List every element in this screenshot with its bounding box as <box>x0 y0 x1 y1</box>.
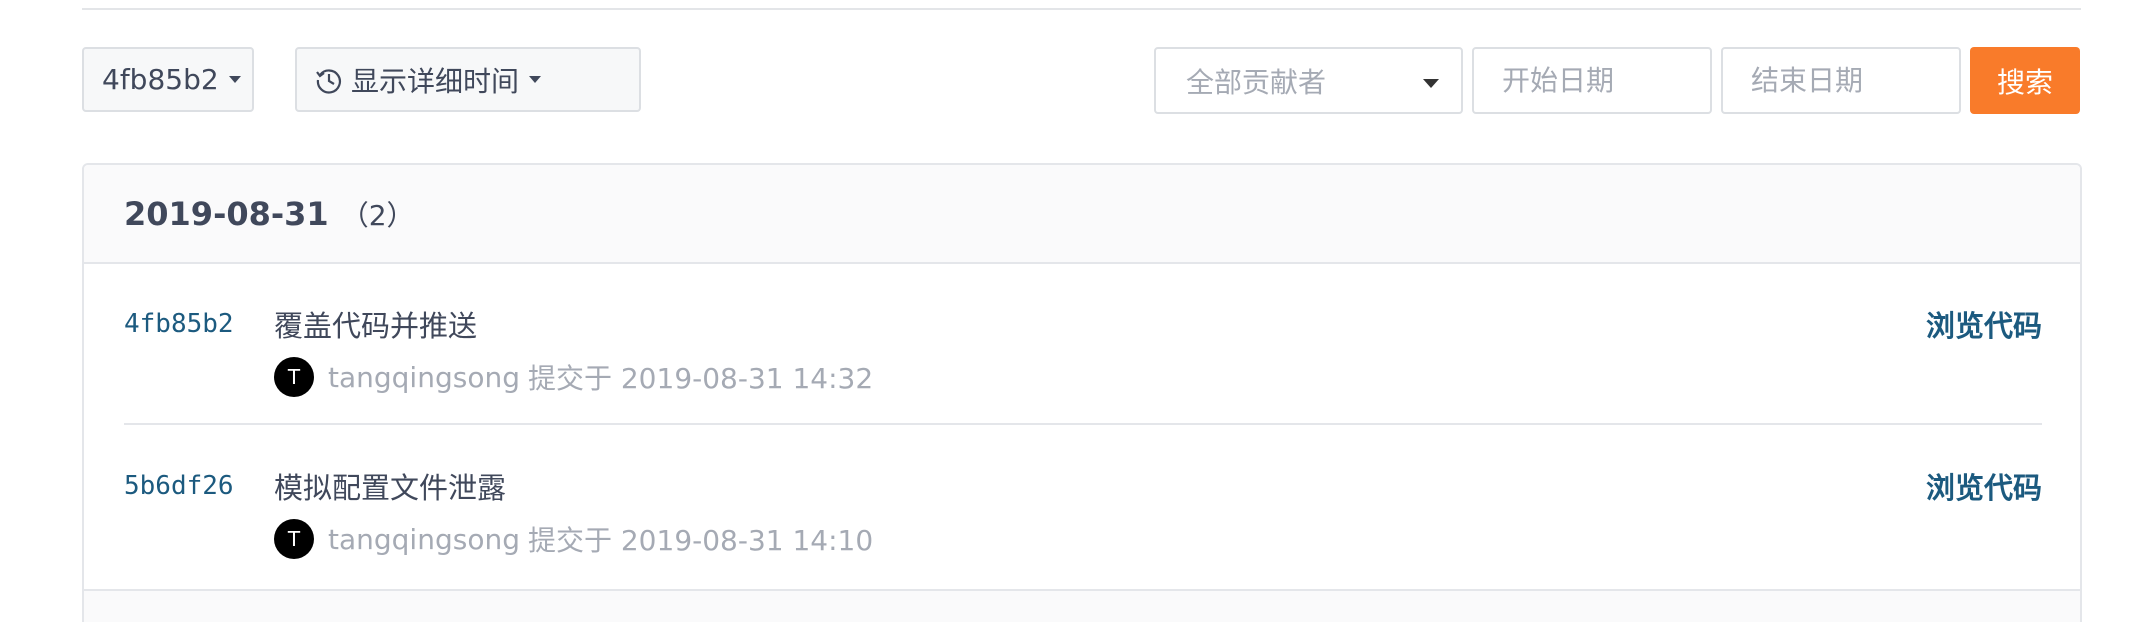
avatar[interactable]: T <box>274 357 314 397</box>
top-divider <box>82 8 2081 10</box>
caret-down-icon <box>529 76 542 83</box>
browse-code-link[interactable]: 浏览代码 <box>1926 303 2042 345</box>
contributor-select-placeholder: 全部贡献者 <box>1186 65 1327 99</box>
end-date-input[interactable] <box>1721 47 1961 114</box>
commit-meta: T tangqingsong 提交于 2019-08-31 14:32 <box>274 357 873 397</box>
time-format-label: 显示详细时间 <box>351 64 520 98</box>
commit-group-panel: 2019-08-31 （2） 4fb85b2 覆盖代码并推送 浏览代码 T ta… <box>82 163 2082 622</box>
commit-message: 模拟配置文件泄露 <box>274 471 507 505</box>
commit-row: 5b6df26 模拟配置文件泄露 浏览代码 T tangqingsong 提交于… <box>124 427 2042 587</box>
caret-down-icon <box>1423 79 1439 88</box>
commit-sha-link[interactable]: 5b6df26 <box>124 471 234 501</box>
commit-message: 覆盖代码并推送 <box>274 309 478 343</box>
time-format-dropdown[interactable]: 显示详细时间 <box>295 47 641 112</box>
commit-meta: T tangqingsong 提交于 2019-08-31 14:10 <box>274 519 873 559</box>
clock-history-icon <box>316 68 341 94</box>
start-date-input[interactable] <box>1472 47 1712 114</box>
avatar[interactable]: T <box>274 519 314 559</box>
search-button[interactable]: 搜索 <box>1970 47 2080 114</box>
commit-toolbar: 4fb85b2 显示详细时间 全部贡献者 搜索 <box>82 47 2082 115</box>
contributor-select[interactable]: 全部贡献者 <box>1154 47 1463 114</box>
commit-group-count: （2） <box>340 198 415 232</box>
commit-sha-link[interactable]: 4fb85b2 <box>124 309 234 339</box>
commit-group-date: 2019-08-31 <box>124 194 329 233</box>
branch-dropdown-label: 4fb85b2 <box>102 63 219 96</box>
next-commit-group-header <box>84 589 2080 622</box>
commit-row: 4fb85b2 覆盖代码并推送 浏览代码 T tangqingsong 提交于 … <box>124 265 2042 425</box>
browse-code-link[interactable]: 浏览代码 <box>1926 465 2042 507</box>
caret-down-icon <box>228 76 241 83</box>
commit-time: 提交于 2019-08-31 14:10 <box>527 524 874 557</box>
branch-dropdown[interactable]: 4fb85b2 <box>82 47 254 112</box>
commit-author[interactable]: tangqingsong <box>328 361 520 394</box>
commit-author[interactable]: tangqingsong <box>328 523 520 556</box>
commit-time: 提交于 2019-08-31 14:32 <box>527 362 874 395</box>
commit-group-header: 2019-08-31 （2） <box>84 165 2080 264</box>
